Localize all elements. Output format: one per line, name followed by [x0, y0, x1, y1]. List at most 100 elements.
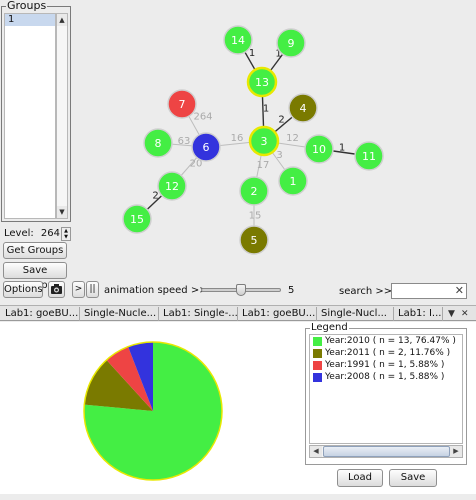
legend-swatch	[313, 373, 322, 382]
node-label: 4	[300, 102, 307, 115]
tab-lab1-goebu-1[interactable]: Lab1: goeBU...	[2, 307, 80, 321]
tab-single-nucl-2[interactable]: Single-Nucl...	[318, 307, 394, 321]
tab-lab1-goebu-2[interactable]: Lab1: goeBU...	[239, 307, 317, 321]
tab-strip: Lab1: goeBU... Single-Nucle... Lab1: Sin…	[0, 305, 476, 321]
slider-thumb[interactable]	[236, 284, 246, 296]
edge-label: 264	[193, 112, 212, 123]
legend-scrollbar[interactable]: ◀ ▶	[309, 445, 463, 458]
tab-single-nucle-1[interactable]: Single-Nucle...	[81, 307, 159, 321]
animation-speed-slider[interactable]	[201, 284, 281, 296]
camera-icon	[51, 284, 62, 294]
edge-label: 12	[286, 133, 299, 144]
legend-label: Year:1991 ( n = 1, 5.88% )	[325, 360, 445, 370]
legend-panel: Legend Year:2010 ( n = 13, 76.47% ) Year…	[305, 322, 467, 465]
speed-value: 5	[288, 285, 295, 296]
legend-swatch	[313, 337, 322, 346]
load-button[interactable]: Load	[337, 469, 383, 487]
options-button[interactable]: Options	[3, 281, 43, 298]
node-label: 13	[255, 76, 269, 89]
level-value[interactable]: 264	[40, 228, 60, 239]
app-window: Groups 1 ▲ ▼ Level: 264 ▲ ▼ Get Groups Sa…	[0, 0, 476, 500]
edge-label: 3	[276, 150, 282, 161]
graph-node-7[interactable]: 7	[167, 89, 197, 119]
graph-node-14[interactable]: 14	[223, 25, 253, 55]
edge-label: 63	[178, 136, 191, 147]
level-spinner[interactable]: ▲ ▼	[61, 227, 71, 241]
edge-label: 1	[339, 143, 345, 154]
node-label: 5	[251, 234, 258, 247]
graph-node-1[interactable]: 1	[278, 166, 308, 196]
node-label: 12	[165, 180, 179, 193]
legend-label: Year:2011 ( n = 2, 11.76% )	[325, 348, 451, 358]
node-label: 1	[290, 175, 297, 188]
legend-item[interactable]: Year:2011 ( n = 2, 11.76% )	[310, 347, 462, 359]
search-label: search >>	[339, 286, 393, 297]
search-input[interactable]: ✕	[391, 283, 467, 299]
graph-node-10[interactable]: 10	[304, 134, 334, 164]
scroll-right-icon[interactable]: ▶	[450, 446, 462, 457]
node-label: 11	[362, 150, 376, 163]
legend-swatch	[313, 349, 322, 358]
network-graph[interactable]: 1 1126463 1621213172021514 9137 48 6 310111212…	[72, 0, 476, 280]
camera-button[interactable]	[48, 281, 65, 298]
graph-node-5[interactable]: 5	[239, 225, 269, 255]
get-groups-button[interactable]: Get Groups	[3, 242, 67, 259]
graph-node-13[interactable]: 13	[246, 66, 278, 98]
node-label: 15	[130, 213, 144, 226]
pie-chart	[83, 341, 223, 481]
scroll-down-icon[interactable]: ▼	[57, 206, 67, 218]
groups-title: Groups	[6, 0, 48, 12]
scrollbar-thumb[interactable]	[323, 446, 450, 457]
scroll-left-icon[interactable]: ◀	[310, 446, 322, 457]
node-label: 14	[231, 34, 245, 47]
edge-label: 2	[152, 191, 158, 202]
node-label: 8	[155, 137, 162, 150]
groups-scrollbar[interactable]: ▲ ▼	[56, 13, 68, 219]
legend-label: Year:2008 ( n = 1, 5.88% )	[325, 372, 445, 382]
edge-label: 1	[263, 104, 269, 115]
save-button[interactable]: Save	[389, 469, 437, 487]
chart-panel: Legend Year:2010 ( n = 13, 76.47% ) Year…	[0, 322, 476, 494]
node-label: 9	[288, 37, 295, 50]
legend-label: Year:2010 ( n = 13, 76.47% )	[325, 336, 456, 346]
dropdown-icon[interactable]: ▼	[448, 307, 455, 321]
level-label: Level:	[4, 228, 34, 239]
edge-label: 2	[278, 115, 284, 126]
node-label: 10	[312, 143, 326, 156]
graph-node-4[interactable]: 4	[288, 93, 318, 123]
save-groups-button[interactable]: Save Groups	[3, 262, 67, 291]
legend-item[interactable]: Year:2008 ( n = 1, 5.88% )	[310, 371, 462, 383]
edge-label: 15	[249, 211, 262, 222]
legend-list[interactable]: Year:2010 ( n = 13, 76.47% ) Year:2011 (…	[309, 334, 463, 444]
tab-lab1-i[interactable]: Lab1: I...	[395, 307, 443, 321]
animation-speed-label: animation speed >>	[104, 285, 208, 296]
groups-panel: Groups 1 ▲ ▼	[1, 0, 71, 222]
graph-node-15[interactable]: 15	[122, 204, 152, 234]
edge-label: 17	[257, 160, 270, 171]
graph-node-9[interactable]: 9	[276, 28, 306, 58]
legend-item[interactable]: Year:2010 ( n = 13, 76.47% )	[310, 335, 462, 347]
tab-lab1-single[interactable]: Lab1: Single-...	[160, 307, 238, 321]
pause-button[interactable]: ||	[86, 281, 99, 298]
node-label: 7	[179, 98, 186, 111]
edge-label: 1	[249, 48, 255, 59]
node-label: 6	[203, 141, 210, 154]
groups-list[interactable]: 1	[4, 13, 56, 219]
graph-node-12[interactable]: 12	[157, 171, 187, 201]
graph-node-6[interactable]: 6	[191, 132, 221, 162]
graph-node-11[interactable]: 11	[354, 141, 384, 171]
graph-node-3[interactable]: 3	[248, 125, 280, 157]
node-label: 2	[251, 185, 258, 198]
legend-title: Legend	[310, 322, 349, 333]
level-row: Level: 264 ▲ ▼	[4, 227, 71, 241]
node-label: 3	[261, 135, 268, 148]
groups-list-item[interactable]: 1	[5, 14, 55, 26]
close-icon[interactable]: ✕	[455, 284, 464, 298]
graph-node-8[interactable]: 8	[143, 128, 173, 158]
close-icon[interactable]: ✕	[461, 307, 469, 321]
scroll-up-icon[interactable]: ▲	[57, 14, 67, 26]
legend-item[interactable]: Year:1991 ( n = 1, 5.88% )	[310, 359, 462, 371]
play-button[interactable]: >	[72, 281, 85, 298]
graph-node-2[interactable]: 2	[239, 176, 269, 206]
legend-swatch	[313, 361, 322, 370]
